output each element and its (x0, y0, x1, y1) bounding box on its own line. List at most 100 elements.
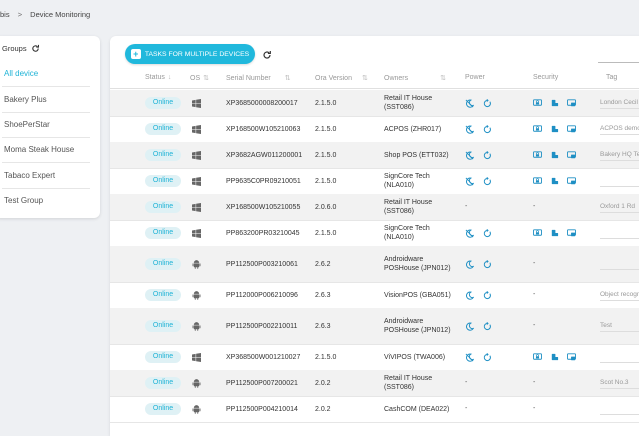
table-row[interactable]: Online PP112500P004210014 2.0.2 CashCOM (DE… (110, 396, 639, 423)
serial-number: PP112500P004210014 (226, 405, 298, 413)
ora-version: 2.6.3 (315, 291, 331, 299)
tag-field[interactable]: Oxford 1 Rd (600, 202, 639, 213)
table-row[interactable]: Online PP9635C0PR09210051 2.1.5.0 SignCore … (110, 168, 639, 195)
wake-icon[interactable] (465, 229, 474, 238)
header-owners[interactable]: Owners ⇅ (384, 74, 446, 82)
header-os[interactable]: OS ⇅ (190, 74, 209, 82)
usb-lock-icon[interactable] (550, 353, 559, 361)
tag-field[interactable]: Bakery HQ Te (600, 150, 639, 161)
app-lock-icon[interactable] (567, 125, 576, 133)
windows-icon (192, 124, 201, 134)
lock-screen-icon[interactable] (533, 353, 542, 361)
lock-screen-icon[interactable] (533, 125, 542, 133)
ora-version: 2.0.2 (315, 405, 331, 413)
wake-icon[interactable] (465, 353, 474, 362)
group-item[interactable]: Bakery Plus (4, 95, 84, 104)
wake-icon[interactable] (465, 177, 474, 186)
tag-field[interactable]: Test (600, 321, 639, 332)
app-lock-icon[interactable] (567, 99, 576, 107)
tag-field[interactable]: London Cecil (600, 98, 639, 109)
tag-field[interactable]: ACPOS demo (600, 124, 639, 135)
wake-icon[interactable] (465, 99, 474, 108)
status-badge: Online (145, 175, 181, 187)
restart-icon[interactable] (483, 124, 492, 134)
serial-number: PP112500P007200021 (226, 379, 298, 387)
header-tag[interactable]: Tag (606, 74, 617, 81)
header-serial[interactable]: Serial Number ⇅ (226, 74, 291, 82)
tag-field[interactable]: Object recogn (600, 290, 639, 301)
table-row[interactable]: Online PP112000P006210096 2.6.3 VisionPOS (… (110, 282, 639, 309)
sleep-icon[interactable] (465, 322, 474, 331)
windows-icon (192, 150, 201, 160)
app-lock-icon[interactable] (567, 151, 576, 159)
restart-icon[interactable] (483, 321, 492, 331)
usb-lock-icon[interactable] (550, 125, 559, 133)
table-row[interactable]: Online XP168500W105210055 2.0.6.0 Retail IT… (110, 194, 639, 221)
lock-screen-icon[interactable] (533, 99, 542, 107)
restart-icon[interactable] (483, 176, 492, 186)
app-lock-icon[interactable] (567, 177, 576, 185)
app-lock-icon[interactable] (567, 229, 576, 237)
usb-lock-icon[interactable] (550, 229, 559, 237)
lock-screen-icon[interactable] (533, 151, 542, 159)
windows-icon (192, 352, 201, 362)
usb-lock-icon[interactable] (550, 99, 559, 107)
owner-name: Retail IT House (384, 375, 433, 382)
owner-name: Androidware (384, 256, 424, 263)
tag-field[interactable] (600, 228, 639, 239)
tag-field[interactable] (600, 259, 639, 270)
usb-lock-icon[interactable] (550, 151, 559, 159)
restart-icon[interactable] (483, 352, 492, 362)
lock-screen-icon[interactable] (533, 177, 542, 185)
table-row[interactable]: Online PP112500P007200021 2.0.2 Retail IT H… (110, 370, 639, 397)
table-row[interactable]: Online PP863200PR03210045 2.1.5.0 SignCore … (110, 220, 639, 247)
usb-lock-icon[interactable] (550, 177, 559, 185)
restart-icon[interactable] (483, 290, 492, 300)
status-badge: Online (145, 201, 181, 213)
wake-icon[interactable] (465, 125, 474, 134)
table-row[interactable]: Online XP3682AGW011200001 2.1.5.0 Shop POS … (110, 142, 639, 169)
group-item[interactable]: Test Group (4, 196, 84, 205)
header-ora-version[interactable]: Ora Version ⇅ (315, 74, 368, 82)
refresh-icon[interactable] (31, 44, 40, 53)
tag-field[interactable] (600, 404, 639, 415)
power-empty: - (465, 378, 468, 386)
sleep-icon[interactable] (465, 260, 474, 269)
app-lock-icon[interactable] (567, 353, 576, 361)
serial-number: XP3685000008200017 (226, 99, 298, 107)
header-status[interactable]: Status ↓ (145, 74, 171, 81)
sleep-icon[interactable] (465, 291, 474, 300)
restart-icon[interactable] (483, 150, 492, 160)
table-row[interactable]: Online PP112500P002210011 2.6.3 Androidware… (110, 308, 639, 345)
tag-field[interactable] (600, 352, 639, 363)
table-row[interactable]: Online XP168500W105210063 2.1.5.0 ACPOS (ZH… (110, 116, 639, 143)
ora-version: 2.1.5.0 (315, 151, 337, 159)
table-row[interactable]: Online XP368500W001210027 2.1.5.0 ViVIPOS (… (110, 344, 639, 371)
owner-name: ViVIPOS (TWA006) (384, 353, 446, 361)
lock-screen-icon[interactable] (533, 229, 542, 237)
security-empty: - (533, 202, 536, 210)
tag-field[interactable] (600, 176, 639, 187)
header-divider (110, 88, 639, 89)
group-item[interactable]: All device (4, 69, 84, 78)
status-badge: Online (145, 258, 181, 270)
refresh-icon[interactable] (262, 50, 272, 60)
owner-name: ACPOS (ZHR017) (384, 125, 442, 133)
breadcrumb-parent[interactable]: bis (0, 10, 10, 19)
group-item[interactable]: Moma Steak House (4, 145, 84, 154)
search-input[interactable] (598, 44, 639, 63)
sort-icon: ⇅ (203, 75, 209, 82)
restart-icon[interactable] (483, 228, 492, 238)
wake-icon[interactable] (465, 151, 474, 160)
tag-field[interactable]: Scot No.3 (600, 378, 639, 389)
restart-icon[interactable] (483, 98, 492, 108)
sort-down-icon: ↓ (167, 74, 172, 81)
restart-icon[interactable] (483, 259, 492, 269)
power-empty: - (465, 404, 468, 412)
group-item[interactable]: ShoePerStar (4, 120, 84, 129)
group-item[interactable]: Tabaco Expert (4, 171, 84, 180)
tasks-multiple-devices-button[interactable]: + TASKS FOR MULTIPLE DEVICES (125, 44, 255, 64)
table-row[interactable]: Online XP3685000008200017 2.1.5.0 Retail IT… (110, 90, 639, 117)
sort-icon: ⇅ (284, 75, 291, 82)
table-row[interactable]: Online PP112500P003210061 2.6.2 Androidware… (110, 246, 639, 283)
